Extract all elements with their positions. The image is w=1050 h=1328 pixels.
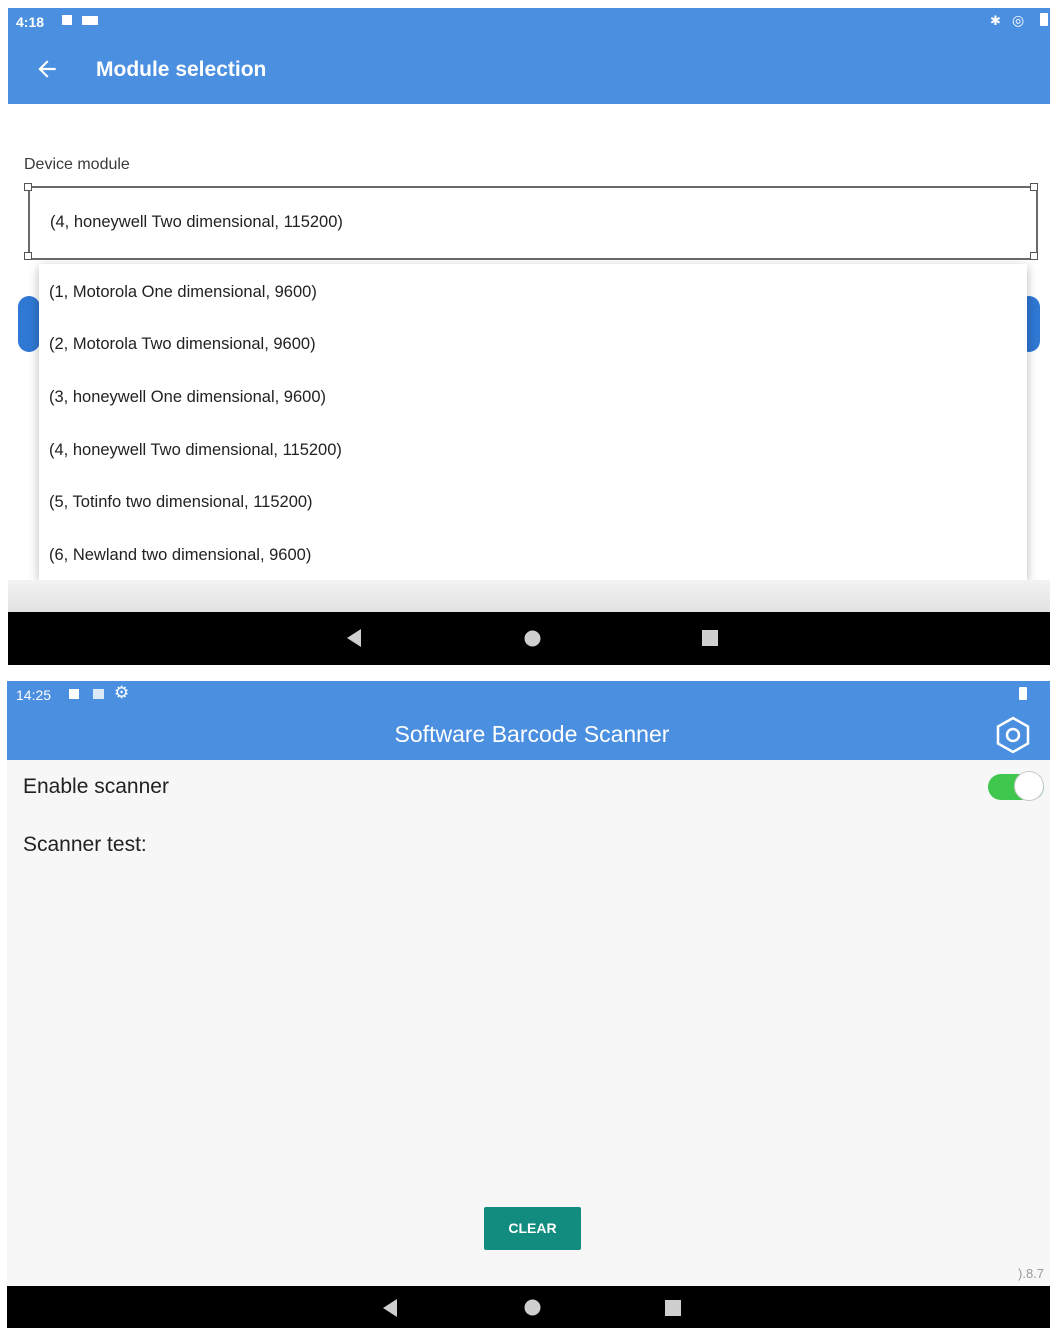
scanner-test-label: Scanner test: xyxy=(23,833,147,856)
battery-icon xyxy=(1040,13,1048,26)
status-time: 14:25 xyxy=(16,687,52,703)
settings-notification-icon: ⚙ xyxy=(114,683,130,702)
enable-scanner-label: Enable scanner xyxy=(23,775,169,798)
barcode-scanner-screen: 14:25 ⚙ Software Barcode Scanner Enable … xyxy=(7,681,1050,1328)
dropdown-option[interactable]: (3, honeywell One dimensional, 9600) xyxy=(49,388,326,407)
device-module-select[interactable]: (4, honeywell Two dimensional, 115200) xyxy=(28,186,1038,260)
vibrate-icon: ◎ xyxy=(1012,12,1025,28)
nav-recents-icon[interactable] xyxy=(702,630,718,646)
navigation-bar xyxy=(8,612,1050,665)
module-selection-screen: 4:18 ✱ ◎ Module selection Device module … xyxy=(8,8,1050,665)
dropdown-option[interactable]: (2, Motorola Two dimensional, 9600) xyxy=(49,335,316,354)
corner-handle xyxy=(1030,183,1038,191)
battery-icon xyxy=(1019,687,1027,700)
page-title: Module selection xyxy=(96,58,267,81)
notification-icon xyxy=(62,15,72,25)
app-bar: 4:18 ✱ ◎ Module selection xyxy=(8,8,1050,104)
toggle-knob xyxy=(1014,771,1044,801)
button-edge xyxy=(18,296,40,352)
nav-home-icon[interactable] xyxy=(524,630,541,647)
nav-recents-icon[interactable] xyxy=(665,1300,681,1316)
dropdown-option[interactable]: (4, honeywell Two dimensional, 115200) xyxy=(49,441,342,460)
status-bar: 4:18 ✱ ◎ xyxy=(8,8,1050,38)
dropdown-option[interactable]: (6, Newland two dimensional, 9600) xyxy=(49,546,311,565)
dropdown-list: (1, Motorola One dimensional, 9600) (2, … xyxy=(39,264,1027,580)
status-time: 4:18 xyxy=(16,14,45,30)
nav-home-icon[interactable] xyxy=(524,1299,541,1316)
app-bar: 14:25 ⚙ Software Barcode Scanner xyxy=(7,681,1050,760)
selected-value: (4, honeywell Two dimensional, 115200) xyxy=(50,213,343,231)
clear-button[interactable]: CLEAR xyxy=(484,1207,581,1250)
background-scrim xyxy=(8,580,1050,612)
navigation-bar xyxy=(7,1286,1050,1328)
nav-back-icon[interactable] xyxy=(345,628,363,648)
gear-icon[interactable] xyxy=(993,715,1033,755)
notification-icon xyxy=(82,16,98,25)
corner-handle xyxy=(24,183,32,191)
version-text: ).8.7 xyxy=(1018,1266,1045,1281)
back-arrow-icon[interactable] xyxy=(34,56,60,82)
nav-back-icon[interactable] xyxy=(381,1298,399,1318)
device-module-label: Device module xyxy=(24,156,130,173)
page-title: Software Barcode Scanner xyxy=(394,721,670,747)
dropdown-option[interactable]: (1, Motorola One dimensional, 9600) xyxy=(49,283,317,302)
enable-scanner-toggle[interactable] xyxy=(988,770,1046,802)
corner-handle xyxy=(1030,252,1038,260)
notification-icon xyxy=(69,689,79,699)
bluetooth-icon: ✱ xyxy=(990,13,1001,28)
corner-handle xyxy=(24,252,32,260)
dropdown-option[interactable]: (5, Totinfo two dimensional, 115200) xyxy=(49,493,313,512)
status-bar: 14:25 ⚙ xyxy=(7,681,1050,709)
notification-icon xyxy=(93,689,104,699)
